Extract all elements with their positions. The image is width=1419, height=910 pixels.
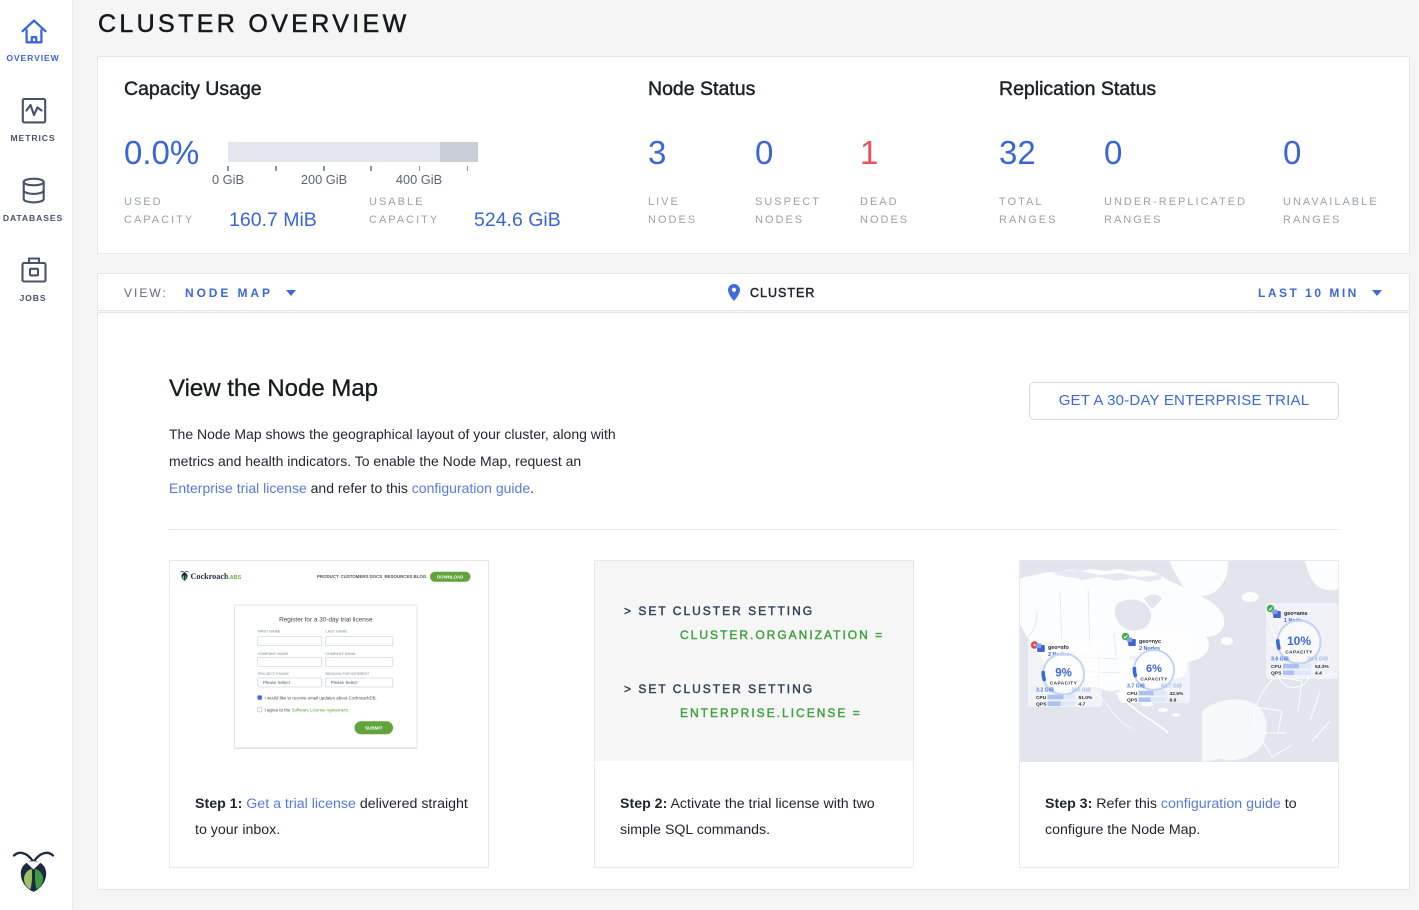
svg-text:Cockroach: Cockroach — [191, 572, 230, 581]
svg-text:3.2 GiB: 3.2 GiB — [1036, 688, 1054, 694]
svg-text:PROJECT PHASE: PROJECT PHASE — [258, 672, 290, 676]
svg-text:geo=sfo: geo=sfo — [1048, 645, 1070, 651]
svg-text:RESOURCES: RESOURCES — [385, 574, 413, 579]
svg-text:CAPACITY: CAPACITY — [1285, 650, 1313, 656]
svg-text:DOWNLOAD: DOWNLOAD — [437, 574, 463, 579]
svg-text:geo=nyc: geo=nyc — [1139, 639, 1161, 645]
svg-text:QPS: QPS — [1127, 697, 1138, 703]
svg-text:FIRST NAME: FIRST NAME — [258, 630, 281, 634]
svg-text:63.7 GiB: 63.7 GiB — [1161, 684, 1182, 690]
svg-text:Please Select: Please Select — [331, 680, 359, 685]
svg-text:LAST NAME: LAST NAME — [325, 630, 347, 634]
svg-text:8.8: 8.8 — [1170, 697, 1177, 703]
svg-text:51.0%: 51.0% — [1079, 695, 1094, 701]
svg-text:Please Select: Please Select — [263, 680, 291, 685]
svg-text:PRODUCT: PRODUCT — [317, 574, 339, 579]
svg-text:CPU: CPU — [1036, 695, 1047, 701]
svg-text:CAPACITY: CAPACITY — [1140, 677, 1168, 683]
svg-text:CPU: CPU — [1127, 691, 1138, 697]
svg-text:QPS: QPS — [1036, 701, 1047, 707]
svg-text:3.7 GiB: 3.7 GiB — [1127, 684, 1145, 690]
svg-text:351 GiB: 351 GiB — [1072, 688, 1092, 694]
svg-text:I would like to receive email: I would like to receive email updates ab… — [265, 695, 377, 700]
svg-text:SUBMIT: SUBMIT — [365, 726, 383, 731]
svg-text:3.6 GiB: 3.6 GiB — [1271, 657, 1289, 663]
svg-text:COMPANY EMAIL: COMPANY EMAIL — [325, 652, 357, 656]
svg-text:LABS: LABS — [227, 575, 242, 581]
svg-text:CAPACITY: CAPACITY — [1050, 681, 1078, 687]
svg-text:10%: 10% — [1287, 634, 1311, 648]
svg-text:QPS: QPS — [1271, 670, 1282, 676]
svg-text:COMPANY NAME: COMPANY NAME — [258, 652, 289, 656]
svg-text:53.3%: 53.3% — [1315, 664, 1330, 670]
svg-text:CUSTOMERS: CUSTOMERS — [341, 574, 369, 579]
svg-text:9%: 9% — [1055, 668, 1072, 680]
svg-text:42.5%: 42.5% — [1170, 691, 1185, 697]
svg-text:4.4: 4.4 — [1315, 670, 1322, 676]
svg-text:6%: 6% — [1146, 663, 1162, 675]
svg-text:34.4 GiB: 34.4 GiB — [1307, 657, 1328, 663]
svg-text:4.7: 4.7 — [1079, 701, 1086, 707]
svg-text:I agree to the Software Licens: I agree to the Software License Agreemen… — [265, 707, 349, 712]
svg-text:DOCS: DOCS — [370, 574, 383, 579]
svg-text:Register for a 30-day trial li: Register for a 30-day trial license — [279, 617, 373, 624]
svg-text:geo=ams: geo=ams — [1284, 611, 1308, 617]
svg-text:REASON FOR INTEREST: REASON FOR INTEREST — [325, 672, 370, 676]
svg-text:CPU: CPU — [1271, 664, 1282, 670]
svg-text:BLOG: BLOG — [414, 574, 427, 579]
